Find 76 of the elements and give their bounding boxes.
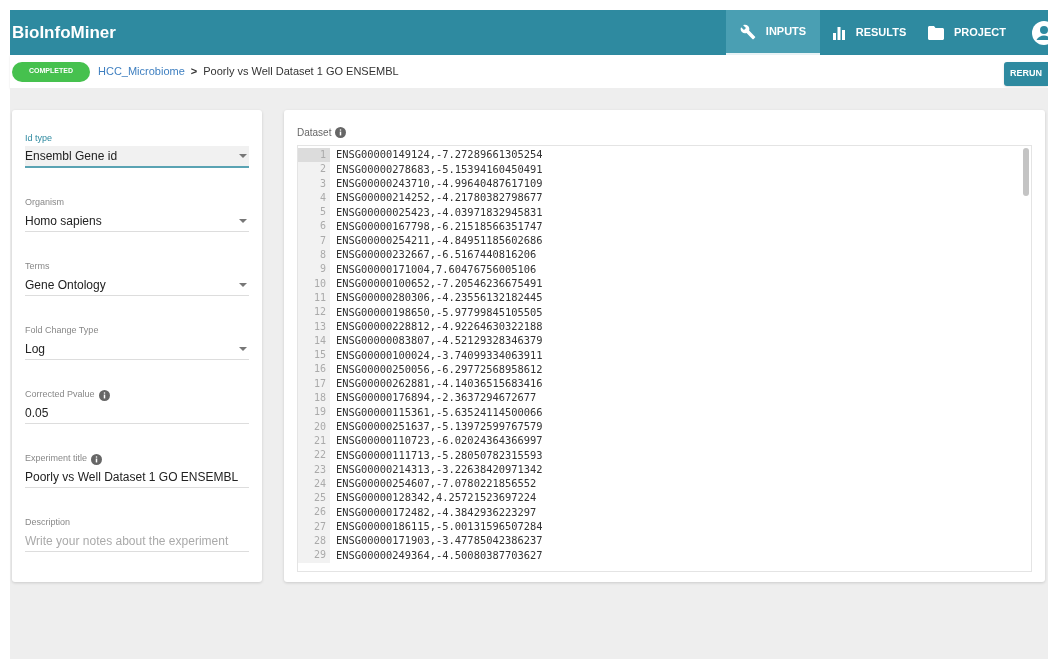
dropdown-caret-icon[interactable] [239,218,247,223]
dataset-label: Dataset [297,125,332,140]
line-number: 2 [298,162,330,177]
dropdown-caret-icon[interactable] [239,154,247,158]
line-number: 16 [298,362,330,377]
field-label: Fold Change Type [25,324,99,338]
line-number: 22 [298,448,330,463]
code-line: ENSG00000280306,-4.23556132182445 [335,290,543,306]
field-label: Description [25,516,71,530]
code-line: ENSG00000111713,-5.28050782315593 [335,447,543,463]
bar-chart-icon [831,25,846,40]
input-field[interactable]: Poorly vs Well Dataset 1 GO ENSEMBL [25,466,249,488]
code-line: ENSG00000171903,-3.47785042386237 [335,533,543,549]
line-number: 26 [298,505,330,520]
code-line: ENSG00000198650,-5.97799845105505 [335,304,543,320]
code-line: ENSG00000115361,-5.63524114500066 [335,404,543,420]
code-line: ENSG00000186115,-5.00131596507284 [335,519,543,535]
line-number: 19 [298,405,330,420]
info-icon[interactable] [335,126,347,138]
code-line: ENSG00000254211,-4.84951185602686 [335,233,543,249]
rerun-button[interactable]: RERUN [1004,62,1048,86]
breadcrumb-separator: > [190,64,198,80]
info-icon[interactable] [91,453,103,465]
info-icon[interactable] [98,389,110,401]
line-number: 18 [298,391,330,406]
code-line: ENSG00000083807,-4.52129328346379 [335,333,543,349]
wrench-icon [739,23,756,40]
field-label: Experiment title [25,452,88,466]
code-line: ENSG00000110723,-6.02024364366997 [335,433,543,449]
code-line: ENSG00000262881,-4.14036515683416 [335,376,543,392]
code-line: ENSG00000228812,-4.92264630322188 [335,318,543,334]
code-line: ENSG00000249364,-4.50080387703627 [335,547,543,563]
dropdown-caret-icon[interactable] [239,346,247,351]
code-line: ENSG00000250056,-6.29772568958612 [335,361,543,377]
code-line: ENSG00000100652,-7.20546236675491 [335,276,543,291]
field-label: Id type [25,132,53,146]
select-field[interactable]: Ensembl Gene id [25,146,249,168]
code-line: ENSG00000025423,-4.03971832945831 [335,204,543,220]
dropdown-caret-icon[interactable] [239,282,247,287]
code-line: ENSG00000128342,4.25721523697224 [335,490,537,506]
code-line: ENSG00000243710,-4.99640487617109 [335,175,543,191]
nav-tab[interactable]: RESULTS [820,10,918,55]
field-label: Terms [25,260,50,274]
line-number: 9 [298,262,330,277]
experiment-name: Poorly vs Well Dataset 1 GO ENSEMBL [203,64,399,80]
line-number: 28 [298,534,330,549]
app-title: BioInfoMiner [12,21,116,44]
code-line: ENSG00000149124,-7.27289661305254 [335,147,543,163]
code-line: ENSG00000214252,-4.21780382798677 [335,190,543,206]
line-number: 8 [298,248,330,263]
line-number: 6 [298,219,330,234]
code-line: ENSG00000254607,-7.0780221856552 [335,476,537,492]
code-line: ENSG00000176894,-2.3637294672677 [335,390,537,406]
line-number: 5 [298,205,330,220]
select-field[interactable]: Log [25,338,249,360]
code-line: ENSG00000100024,-3.74099334063911 [335,347,543,363]
code-line: ENSG00000171004,7.60476756005106 [335,261,537,277]
line-number: 12 [298,305,330,320]
code-line: ENSG00000232667,-6.5167440816206 [335,247,537,263]
select-field[interactable]: Gene Ontology [25,274,249,296]
scrollbar-thumb[interactable] [1023,148,1029,196]
line-number: 15 [298,348,330,363]
code-line: ENSG00000214313,-3.22638420971342 [335,461,543,477]
field-label: Organism [25,196,64,210]
code-line: ENSG00000278683,-5.15394160450491 [335,161,543,177]
project-link[interactable]: HCC_Microbiome [98,63,185,80]
code-line: ENSG00000251637,-5.13972599767579 [335,419,543,434]
code-line: ENSG00000167798,-6.21518566351747 [335,218,543,234]
folder-icon [928,25,944,40]
line-number: 29 [298,548,330,563]
code-line: ENSG00000172482,-4.3842936223297 [335,504,537,520]
field-label: Corrected Pvalue [25,388,95,402]
select-field[interactable]: Homo sapiens [25,210,249,232]
input-field[interactable]: 0.05 [25,402,249,424]
nav-tab[interactable]: PROJECT [918,10,1016,55]
line-number: 25 [298,491,330,506]
